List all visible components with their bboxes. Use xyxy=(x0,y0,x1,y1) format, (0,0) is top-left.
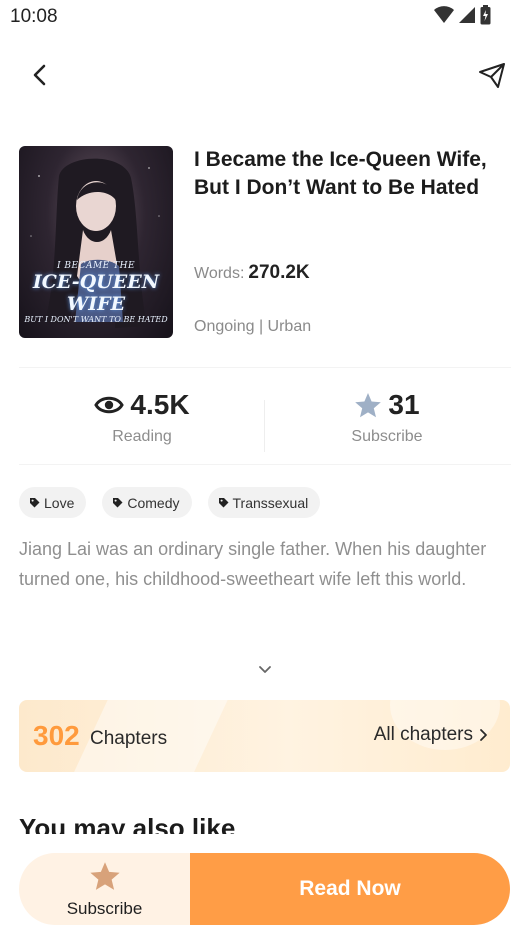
wifi-icon xyxy=(434,6,454,23)
tag-comedy[interactable]: Comedy xyxy=(102,487,192,518)
divider xyxy=(19,367,511,368)
eye-icon xyxy=(94,396,125,414)
tag-label: Transsexual xyxy=(232,494,309,511)
word-count-value: 270.2K xyxy=(248,262,310,283)
send-icon xyxy=(479,63,505,88)
chevron-left-icon xyxy=(33,64,46,86)
book-title: I Became the Ice-Queen Wife, But I Don’t… xyxy=(194,148,487,199)
book-status-genre: Ongoing | Urban xyxy=(194,318,312,335)
reading-label: Reading xyxy=(112,428,172,445)
share-button[interactable] xyxy=(477,60,507,90)
battery-icon xyxy=(480,5,491,25)
tag-transsexual[interactable]: Transsexual xyxy=(207,487,321,518)
status-bar: 10:08 xyxy=(0,0,531,36)
subscribe-button-label: Subscribe xyxy=(66,899,143,918)
expand-description-button[interactable] xyxy=(257,663,273,675)
signal-icon xyxy=(459,7,475,23)
read-now-label: Read Now xyxy=(299,877,401,900)
divider xyxy=(19,464,511,465)
status-time: 10:08 xyxy=(10,6,58,27)
read-now-button[interactable]: Read Now xyxy=(190,853,510,925)
status-icons xyxy=(434,5,491,25)
book-detail-screen: 10:08 I BECAME THE ICE-QUEEN WIFE BUT I … xyxy=(0,0,531,945)
word-count-label: Words: xyxy=(194,265,245,282)
star-icon xyxy=(355,392,382,417)
cover-title: I BECAME THE ICE-QUEEN WIFE BUT I DON'T … xyxy=(19,261,173,324)
tag-love[interactable]: Love xyxy=(19,487,87,518)
chapters-label: Chapters xyxy=(90,728,168,749)
book-cover[interactable]: I BECAME THE ICE-QUEEN WIFE BUT I DON'T … xyxy=(19,146,173,338)
cover-title-line1: I BECAME THE xyxy=(56,261,136,271)
word-count: Words: 270.2K xyxy=(194,262,310,284)
cover-title-line3: BUT I DON'T WANT TO BE HATED xyxy=(24,315,168,324)
tag-label: Love xyxy=(44,494,75,511)
stats-separator xyxy=(264,400,265,452)
back-button[interactable] xyxy=(26,60,54,90)
star-icon xyxy=(90,862,120,890)
all-chapters-link[interactable]: All chapters xyxy=(374,724,488,746)
section-title: You may also like xyxy=(19,813,236,834)
subscribe-label: Subscribe xyxy=(351,428,423,445)
tag-icon xyxy=(30,498,40,508)
chevron-right-icon xyxy=(480,729,487,741)
reading-stat: 4.5K Reading xyxy=(42,388,242,446)
tag-list: Love Comedy Transsexual xyxy=(19,487,321,518)
book-description: Jiang Lai was an ordinary single father.… xyxy=(19,539,487,589)
all-chapters-label: All chapters xyxy=(373,724,473,745)
tag-icon xyxy=(113,498,123,508)
cover-title-line2: ICE-QUEEN WIFE xyxy=(32,271,160,315)
chevron-down-icon xyxy=(259,666,271,673)
subscribe-stat: 31 Subscribe xyxy=(287,388,487,446)
reading-count: 4.5K xyxy=(130,389,190,420)
chapters-banner[interactable]: 302 Chapters All chapters xyxy=(19,700,510,772)
tag-icon xyxy=(218,498,228,508)
subscribe-count: 31 xyxy=(388,389,420,420)
subscribe-button[interactable]: Subscribe xyxy=(19,853,190,925)
tag-label: Comedy xyxy=(127,494,180,511)
bottom-action-bar: Subscribe Read Now xyxy=(19,853,510,925)
chapters-count: 302 xyxy=(33,720,80,751)
